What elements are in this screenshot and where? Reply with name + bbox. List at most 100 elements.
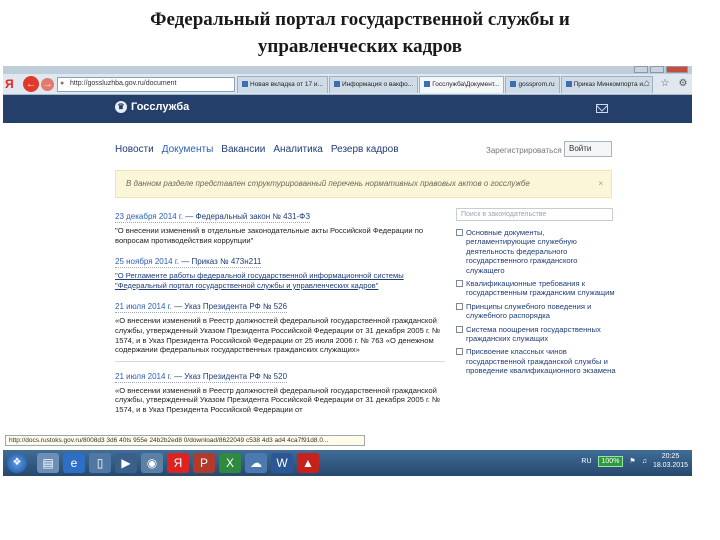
favicon-icon	[424, 81, 431, 87]
news-text: «О внесении изменений в Реестр должносте…	[115, 316, 441, 355]
news-item: 25 ноября 2014 г. — Приказ № 473н211 "О …	[115, 251, 445, 290]
news-meta[interactable]: 21 июля 2014 г. — Указ Президента РФ № 5…	[115, 301, 288, 314]
news-meta[interactable]: 23 декабря 2014 г. — Федеральный закон №…	[115, 211, 311, 223]
favicon-icon	[242, 81, 248, 87]
maximize-button[interactable]	[650, 66, 664, 73]
slide-title: Федеральный портал государственной служб…	[0, 6, 720, 60]
news-date: 21 июля 2014 г.	[115, 371, 172, 381]
site-logo[interactable]: ♛ Госслужба	[115, 101, 189, 113]
app-icon[interactable]: ◉	[141, 453, 163, 473]
language-indicator[interactable]: RU	[581, 458, 591, 465]
site-logo-text: Госслужба	[131, 101, 190, 113]
tab-label: Госслужба\Документ...	[432, 81, 500, 88]
zoom-indicator[interactable]: 100%	[597, 455, 624, 467]
volume-icon[interactable]: ♫	[642, 458, 647, 465]
tab-1[interactable]: Информация о вакфо...	[328, 76, 419, 93]
category-label: Основные документы, регламентирующие слу…	[466, 228, 578, 275]
category-item[interactable]: Система поощрения государственных гражда…	[456, 325, 616, 344]
nav-vacancies[interactable]: Вакансии	[221, 144, 265, 155]
tab-label: Приказ Минкомпорта и...	[573, 81, 649, 88]
news-date: 25 ноября 2014 г.	[115, 257, 179, 267]
slide-title-line-1: Федеральный портал государственной служб…	[150, 9, 570, 30]
close-button[interactable]	[666, 66, 688, 73]
presentation-icon[interactable]: P	[193, 453, 215, 473]
network-icon[interactable]: ☁	[245, 453, 267, 473]
news-text[interactable]: "О Регламенте работы федеральной государ…	[115, 271, 445, 290]
tab-2[interactable]: Госслужба\Документ...	[419, 76, 505, 93]
checkbox[interactable]	[456, 325, 463, 333]
news-date: 23 декабря 2014 г.	[115, 212, 184, 221]
spreadsheet-icon[interactable]: X	[219, 453, 241, 473]
news-meta[interactable]: 21 июля 2014 г. — Указ Президента РФ № 5…	[115, 371, 288, 383]
category-item[interactable]: Присвоение классных чинов государственно…	[456, 347, 616, 375]
address-bar[interactable]: ● http://gossluzhba.gov.ru/document	[57, 77, 235, 92]
checkbox[interactable]	[456, 348, 463, 356]
nav-news[interactable]: Новости	[115, 144, 154, 155]
close-icon[interactable]: ×	[598, 179, 603, 188]
start-button[interactable]: ❖	[7, 453, 27, 473]
yandex-logo-icon[interactable]: Я	[5, 77, 19, 91]
news-list: 23 декабря 2014 г. — Федеральный закон №…	[115, 206, 445, 421]
toolbar-right: ⌂ ☆ ⚙	[640, 77, 690, 91]
nav-reserve[interactable]: Резерв кадров	[331, 144, 399, 155]
favicon-icon	[510, 81, 517, 87]
browser-toolbar: Я ← → ● http://gossluzhba.gov.ru/documen…	[3, 74, 692, 95]
login-button[interactable]: Войти	[564, 141, 612, 157]
tab-3[interactable]: gossprom.ru	[505, 76, 560, 93]
news-text: «О внесении изменений в Реестр должносте…	[115, 385, 441, 414]
search-input[interactable]: Поиск в законодательстве	[456, 208, 613, 221]
notice-banner: В данном разделе представлен структуриро…	[115, 170, 612, 198]
checkbox[interactable]	[456, 280, 463, 288]
news-text: "О внесении изменений в отдельные законо…	[115, 226, 424, 245]
news-item: 23 декабря 2014 г. — Федеральный закон №…	[115, 206, 445, 245]
window-titlebar	[3, 66, 692, 74]
tab-label: Новая вкладка от 17 и...	[250, 81, 323, 88]
tab-label: gossprom.ru	[518, 81, 555, 88]
minimize-button[interactable]	[634, 66, 648, 73]
category-item[interactable]: Квалификационные требования к государств…	[456, 279, 616, 298]
back-button[interactable]: ←	[23, 76, 39, 92]
pdf-icon[interactable]: ▲	[297, 453, 319, 473]
category-label: Присвоение классных чинов государственно…	[466, 347, 616, 376]
news-meta[interactable]: 25 ноября 2014 г. — Приказ № 473н211	[115, 256, 262, 269]
news-type: — Указ Президента РФ № 526	[174, 302, 288, 312]
window-controls	[634, 66, 688, 73]
checkbox[interactable]	[456, 302, 463, 310]
category-item[interactable]: Основные документы, регламентирующие слу…	[456, 228, 616, 275]
news-date: 21 июля 2014 г.	[115, 302, 172, 312]
yandex-browser-icon[interactable]: Я	[167, 453, 189, 473]
mail-icon[interactable]	[596, 104, 608, 113]
clock[interactable]: 20:25 18.03.2015	[653, 452, 688, 470]
ie-icon[interactable]: e	[63, 453, 85, 473]
checkbox[interactable]	[456, 229, 463, 236]
tab-0[interactable]: Новая вкладка от 17 и...	[237, 76, 328, 93]
media-icon[interactable]: ▶	[115, 453, 137, 473]
news-type: — Федеральный закон № 431-ФЗ	[185, 212, 311, 221]
news-type: — Указ Президента РФ № 520	[174, 371, 288, 381]
emblem-icon: ♛	[115, 101, 127, 113]
nav-analytics[interactable]: Аналитика	[273, 144, 323, 155]
flag-icon[interactable]: ⚑	[629, 457, 635, 465]
document-icon[interactable]: W	[271, 453, 293, 473]
notice-text: В данном разделе представлен структуриро…	[126, 179, 530, 188]
slide-title-line-2: управленческих кадров	[257, 36, 463, 57]
forward-button[interactable]: →	[41, 78, 54, 91]
favicon-icon	[565, 81, 572, 87]
register-link[interactable]: Зарегистрироваться	[486, 146, 562, 155]
site-header: ♛ Госслужба	[3, 95, 692, 123]
home-icon[interactable]: ⌂	[640, 77, 654, 91]
site-icon: ●	[60, 80, 65, 87]
browser-screenshot: Я ← → ● http://gossluzhba.gov.ru/documen…	[3, 66, 692, 476]
explorer-icon[interactable]: ▤	[37, 453, 59, 473]
system-tray: RU 100% ⚑ ♫ 20:25 18.03.2015	[581, 452, 688, 470]
gear-icon[interactable]: ⚙	[676, 77, 690, 91]
category-filter-list: Основные документы, регламентирующие слу…	[456, 228, 616, 380]
folder-icon[interactable]: ▯	[89, 453, 111, 473]
nav-documents[interactable]: Документы	[162, 144, 214, 155]
category-label: Квалификационные требования к государств…	[466, 279, 615, 298]
taskbar: ❖ ▤ e ▯ ▶ ◉ Я P X ☁ W ▲ RU 100% ⚑ ♫ 20:2…	[3, 450, 692, 476]
star-icon[interactable]: ☆	[658, 77, 672, 91]
category-item[interactable]: Принципы служебного поведения и служебно…	[456, 302, 616, 321]
clock-date: 18.03.2015	[652, 462, 688, 469]
news-item: 21 июля 2014 г. — Указ Президента РФ № 5…	[115, 366, 445, 415]
